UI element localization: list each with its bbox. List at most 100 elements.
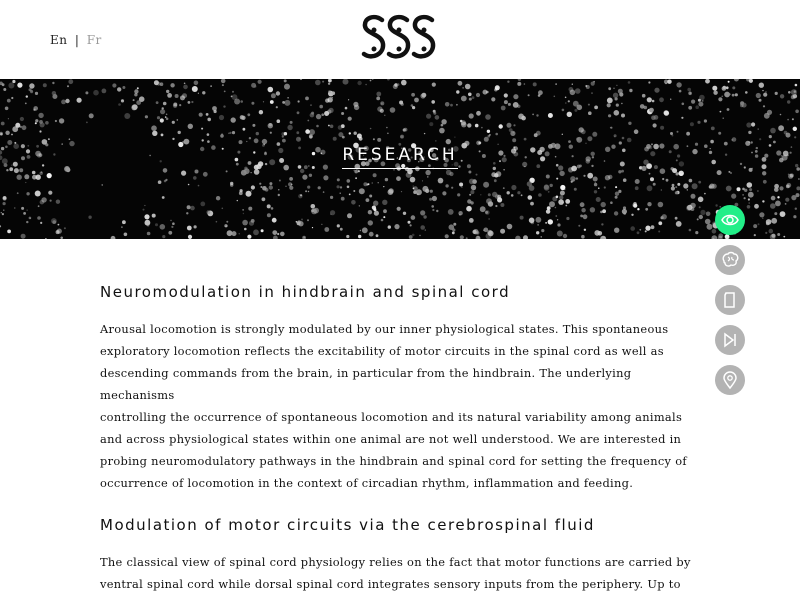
nav-button-publications[interactable] [715,285,745,315]
hero-speckle [765,219,772,225]
hero-speckle [747,191,754,198]
hero-speckle [751,122,756,127]
hero-speckle [316,124,319,128]
hero-speckle [55,199,61,204]
hero-speckle [528,217,535,224]
sss-logo[interactable] [360,12,440,66]
hero-speckle [197,184,200,187]
hero-speckle [488,218,490,220]
hero-speckle [613,110,620,116]
hero-speckle [540,236,542,238]
hero-speckle [641,93,646,98]
hero-speckle [503,93,508,98]
hero-speckle [459,235,464,239]
hero-speckle [396,83,400,86]
hero-speckle [506,191,510,195]
hero-speckle [480,194,482,196]
hero-speckle [198,112,203,117]
hero-speckle [245,190,252,197]
hero-speckle [88,113,94,119]
hero-speckle [697,196,704,203]
hero-speckle [296,111,300,115]
nav-button-location[interactable] [715,365,745,395]
hero-speckle [295,221,298,223]
hero-speckle [281,135,284,138]
hero-speckle [328,90,332,94]
hero-speckle [41,197,47,203]
hero-speckle [311,208,317,215]
hero-speckle [670,186,676,191]
nav-button-research[interactable] [715,205,745,235]
hero-speckle [376,96,381,101]
hero-speckle [23,212,26,215]
hero-speckle [40,171,43,173]
hero-speckle [730,172,732,174]
location-pin-icon [723,371,737,390]
hero-speckle [527,195,533,200]
hero-speckle [4,106,9,111]
hero-speckle [710,126,715,131]
hero-speckle [239,189,243,193]
hero-speckle [610,201,613,204]
hero-speckle [748,141,750,143]
hero-speckle [621,102,623,105]
hero-speckle [183,138,190,145]
hero-speckle [785,132,791,138]
hero-speckle [675,186,678,189]
research-section-csf: Modulation of motor circuits via the cer… [100,516,705,595]
hero-speckle [485,233,492,239]
hero-speckle [478,141,482,145]
hero-speckle [676,82,682,88]
nav-button-next[interactable] [715,325,745,355]
hero-speckle [380,218,384,222]
language-switcher: En | Fr [50,33,102,47]
nav-button-brain[interactable] [715,245,745,275]
hero-speckle [359,229,362,232]
hero-speckle [321,223,323,225]
hero-speckle [268,185,273,190]
hero-speckle [186,212,189,215]
hero-speckle [200,201,206,207]
hero-speckle [582,214,588,220]
paragraph-line: The classical view of spinal cord physio… [100,555,691,569]
hero-speckle [742,194,744,196]
hero-speckle [166,89,170,94]
hero-speckle [460,120,466,126]
hero-speckle [21,125,27,131]
hero-speckle [536,114,539,117]
hero-speckle [251,82,257,88]
hero-speckle [646,185,653,192]
hero-speckle [612,92,619,98]
hero-speckle [576,104,583,111]
hero-speckle [159,118,164,123]
hero-speckle [303,165,308,170]
site-header: En | Fr [0,0,800,79]
hero-speckle [578,127,584,133]
hero-speckle [411,233,415,237]
lang-en-link[interactable]: En [50,33,68,47]
hero-speckle [731,137,737,142]
paragraph-line: probing neuromodulatory pathways in the … [100,454,687,468]
hero-speckle [284,99,291,106]
hero-speckle [276,119,281,123]
lang-fr-link[interactable]: Fr [87,33,102,47]
hero-speckle [457,193,461,197]
hero-speckle [305,190,308,193]
hero-speckle [271,217,277,223]
hero-speckle [726,108,730,111]
hero-speckle [535,216,542,223]
hero-speckle [383,186,385,188]
hero-speckle [221,207,224,210]
hero-speckle [16,174,22,180]
hero-speckle [194,169,199,174]
hero-speckle [322,191,325,193]
hero-speckle [250,185,255,190]
hero-speckle [344,106,348,110]
hero-speckle [226,230,233,237]
hero-speckle [400,191,403,193]
hero-speckle [218,114,225,121]
hero-speckle [440,123,444,127]
hero-speckle [5,130,10,135]
hero-speckle [660,125,665,130]
hero-speckle [681,116,684,119]
